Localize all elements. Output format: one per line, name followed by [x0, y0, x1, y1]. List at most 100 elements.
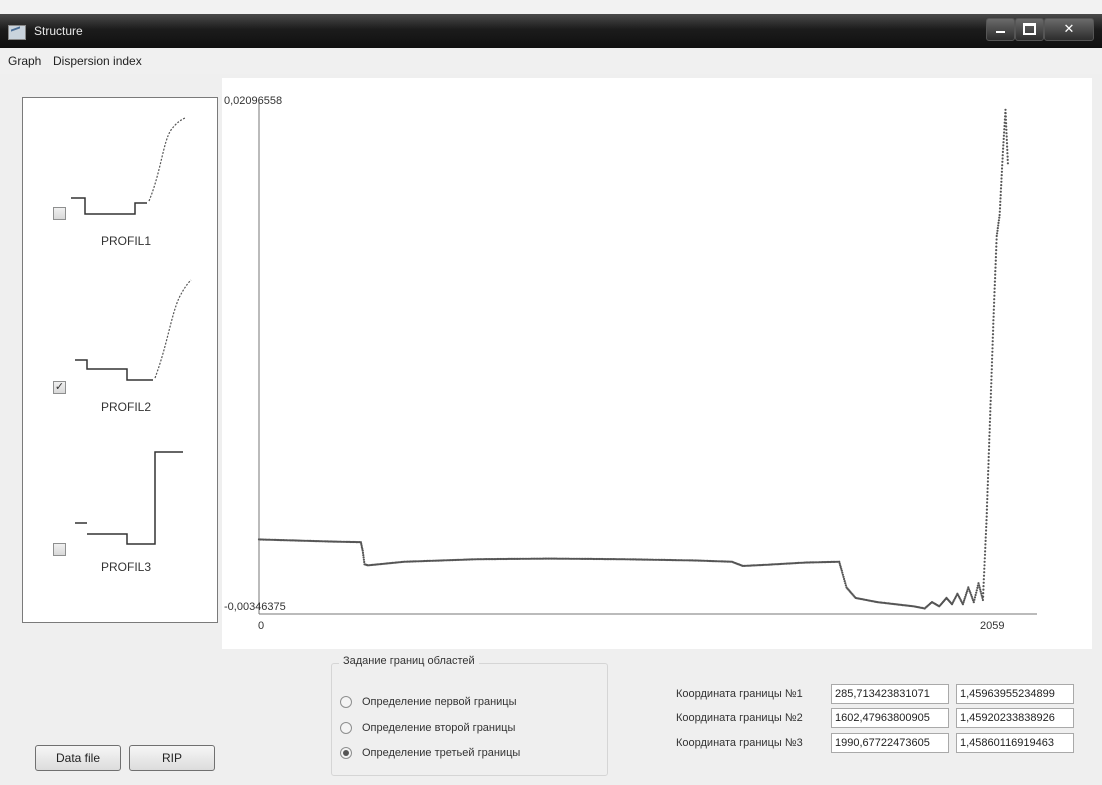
data-point [844, 582, 847, 585]
data-point [1001, 157, 1004, 160]
coordinate-3-y-field[interactable]: 1,45860116919463 [956, 733, 1074, 753]
data-point [982, 585, 985, 588]
data-point [986, 497, 989, 501]
data-point [1000, 170, 1004, 173]
radio-button[interactable] [340, 722, 352, 734]
data-point [1005, 122, 1008, 125]
groupbox-title: Задание границ областей [339, 655, 479, 667]
data-point [988, 427, 991, 430]
coordinate-3-label: Координата границы №3 [676, 737, 803, 749]
data-point [981, 598, 985, 602]
profil2-label: PROFIL2 [101, 400, 152, 414]
coordinate-1-label: Координата границы №1 [676, 688, 803, 700]
menu-dispersion-index[interactable]: Dispersion index [53, 54, 142, 68]
data-point [990, 375, 993, 378]
data-point [989, 392, 993, 395]
radio-button[interactable] [340, 696, 352, 708]
data-point [987, 452, 990, 455]
data-point [362, 558, 365, 561]
data-point [992, 319, 995, 322]
rip-button[interactable]: RIP [129, 745, 215, 771]
data-point [993, 294, 996, 297]
coordinate-2-label: Координата границы №2 [676, 712, 803, 724]
data-point [362, 554, 365, 557]
data-point [987, 459, 990, 462]
data-point [987, 469, 990, 473]
profil3-checkbox[interactable] [53, 543, 66, 556]
app-chart-icon [8, 25, 26, 40]
data-point [994, 266, 997, 269]
data-point [990, 371, 993, 374]
data-point [1005, 138, 1008, 141]
data-point [997, 224, 1000, 227]
profil1-checkbox[interactable] [53, 207, 66, 220]
data-point [970, 595, 973, 598]
data-point [985, 529, 988, 532]
data-point [1006, 162, 1010, 165]
data-point [991, 333, 995, 336]
data-point [1000, 174, 1003, 177]
radio-label: Определение третьей границы [362, 747, 521, 759]
coordinate-1-x-field[interactable]: 285,713423831071 [831, 684, 949, 704]
data-point [982, 574, 986, 577]
data-point [994, 263, 997, 266]
data-point [989, 406, 992, 409]
data-point [993, 284, 996, 287]
data-point [997, 221, 1000, 224]
data-point [995, 245, 998, 248]
data-point [975, 591, 978, 594]
radio-button[interactable] [340, 747, 352, 759]
data-point [976, 586, 979, 589]
data-point [1004, 108, 1007, 111]
profil3-label: PROFIL3 [101, 560, 152, 574]
data-point [988, 424, 991, 427]
close-button[interactable]: ✕ [1044, 18, 1094, 41]
data-point [992, 315, 995, 318]
maximize-button[interactable] [1015, 18, 1044, 41]
data-point [975, 589, 978, 592]
data-point [984, 539, 987, 542]
profil1-shape-icon [71, 117, 186, 215]
data-point [985, 512, 988, 515]
coordinate-1-y-field[interactable]: 1,45963955234899 [956, 684, 1074, 704]
minimize-button[interactable] [986, 18, 1015, 41]
data-point [1001, 160, 1004, 163]
data-point [991, 347, 994, 350]
coordinate-3-x-field[interactable]: 1990,67722473605 [831, 733, 949, 753]
data-point [1004, 118, 1008, 121]
data-point [989, 417, 992, 420]
data-point [972, 601, 975, 604]
coordinate-2-x-field[interactable]: 1602,47963800905 [831, 708, 949, 728]
data-point [999, 187, 1003, 190]
data-point [1003, 131, 1006, 134]
data-point [1004, 115, 1007, 118]
data-point [984, 532, 988, 536]
coordinate-2-y-field[interactable]: 1,45920233838926 [956, 708, 1074, 728]
profile-graph: 0,02096558 -0,00346375 0 2059 [224, 95, 1037, 632]
data-point [989, 410, 992, 413]
profil2-checkbox[interactable]: ✓ [53, 381, 66, 394]
data-point [999, 190, 1002, 193]
data-point [964, 595, 967, 598]
menu-bar: Graph Dispersion index [0, 48, 1102, 74]
data-point [996, 232, 999, 235]
data-point [1000, 167, 1004, 170]
data-point [987, 455, 990, 459]
data-point [991, 343, 994, 346]
menu-graph[interactable]: Graph [8, 54, 41, 68]
data-point [1001, 150, 1005, 153]
data-point [1001, 164, 1004, 167]
data-points [257, 108, 1010, 610]
data-point [988, 431, 991, 434]
data-file-button[interactable]: Data file [35, 745, 121, 771]
data-point [985, 519, 988, 522]
data-point [994, 270, 997, 273]
data-point [1002, 141, 1005, 144]
data-point [989, 389, 993, 392]
x-max-label: 2059 [980, 620, 1004, 632]
data-point [983, 571, 986, 574]
data-point [978, 586, 981, 589]
data-point [995, 242, 998, 245]
title-bar[interactable]: Structure ✕ [0, 14, 1102, 48]
data-point [1000, 184, 1003, 187]
